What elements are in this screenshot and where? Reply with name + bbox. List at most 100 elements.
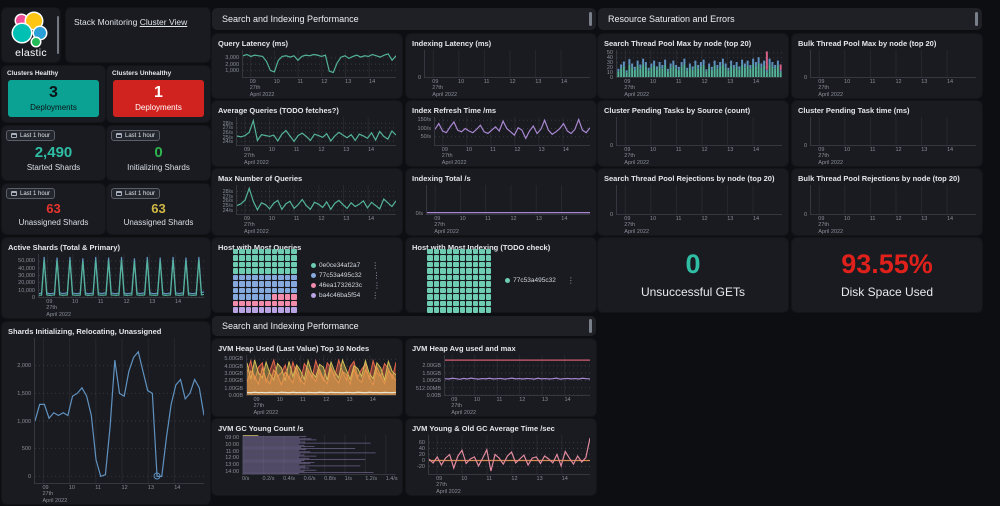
section-header-resource-saturation: Resource Saturation and Errors — [598, 8, 982, 30]
x-axis: 09101112131427thApril 2022 — [34, 484, 204, 499]
legend-item[interactable]: 77c53a495c32⋮ — [505, 277, 575, 284]
panel-logo: elastic — [2, 8, 60, 62]
legend: 77c53a495c32⋮ — [505, 277, 575, 284]
panel-unsuccessful-gets: 0 Unsuccessful GETs — [598, 238, 788, 312]
healthy-label: Deployments — [30, 104, 77, 113]
panel-title: Active Shards (Total & Primary) — [8, 243, 204, 252]
panel-search-thread-pool-max: Search Thread Pool Max by node (top 20)0… — [598, 34, 788, 98]
scrollbar[interactable] — [975, 12, 978, 26]
y-axis: 50/s100/s150/s — [412, 117, 434, 146]
y-axis: 09:0010:0011:0012:0013:0014:00 — [218, 435, 242, 475]
legend-options-icon[interactable]: ⋮ — [371, 293, 379, 299]
plot-area — [246, 355, 396, 396]
cluster-view-link[interactable]: Cluster View — [140, 17, 188, 27]
time-range-badge: Last 1 hour — [111, 188, 160, 199]
elastic-logo-icon — [13, 13, 49, 44]
dashboard: elastic Stack Monitoring Cluster View Cl… — [0, 0, 1000, 506]
scrollbar[interactable] — [57, 16, 60, 54]
unhealthy-tile: 1 Deployments — [113, 80, 204, 117]
chart-area: 1,0002,0003,000 — [218, 50, 396, 78]
panel-jvm-gc-time: JVM Young & Old GC Average Time /sec-200… — [406, 419, 596, 495]
y-axis: 0.00B512.00MB1.00GB1.50GB2.00GB — [412, 355, 444, 396]
plot-area — [616, 117, 782, 146]
chart-area: 0 — [798, 50, 976, 78]
title-prefix: Stack Monitoring — [74, 17, 137, 27]
panel-title: Max Number of Queries — [218, 174, 396, 183]
x-axis: 09101112131427thApril 2022 — [236, 146, 396, 161]
legend-item[interactable]: ba4c46ba5f54⋮ — [311, 292, 381, 299]
healthy-tile: 3 Deployments — [8, 80, 99, 117]
x-axis: 09101112131427thApril 2022 — [616, 215, 782, 230]
x-axis: 09101112131427thApril 2022 — [246, 396, 396, 411]
panel-title: Cluster Pending Tasks by Source (count) — [604, 106, 782, 115]
x-axis: 09101112131427thApril 2022 — [242, 78, 396, 93]
legend-dot-icon — [311, 283, 316, 288]
y-axis: 0 — [604, 117, 616, 146]
started-shards-label: Started Shards — [27, 163, 80, 173]
x-axis: 0/s0.2/s0.4/s0.6/s0.8/s1/s1.2/s1.4/s — [242, 475, 396, 490]
calendar-icon — [11, 133, 17, 138]
chart-area: 010,00020,00030,00040,00050,000 — [8, 254, 204, 298]
panel-title: Query Latency (ms) — [218, 39, 396, 48]
x-axis: 09101112131427thApril 2022 — [810, 146, 976, 161]
time-range-badge: Last 1 hour — [6, 130, 55, 141]
y-axis: 0 — [798, 50, 810, 78]
x-axis: 09101112131427thApril 2022 — [428, 475, 590, 490]
initializing-shards-value: 0 — [154, 144, 162, 161]
legend-options-icon[interactable]: ⋮ — [371, 263, 379, 269]
x-axis: 09101112131427thApril 2022 — [434, 146, 590, 161]
waffle-grid — [233, 249, 297, 313]
y-axis: 1,0002,0003,000 — [218, 50, 242, 78]
legend-options-icon[interactable]: ⋮ — [373, 283, 381, 289]
legend-dot-icon — [505, 278, 510, 283]
section-title: Search and Indexing Performance — [222, 321, 359, 331]
legend-item[interactable]: 46ea1732623c⋮ — [311, 282, 381, 289]
section-header-search-indexing: Search and Indexing Performance — [212, 8, 596, 30]
panel-indexing-total: Indexing Total /s0/s09101112131427thApri… — [406, 169, 596, 235]
plot-area — [810, 185, 976, 215]
plot-area — [424, 50, 590, 78]
legend-item[interactable]: 77c53a495c32⋮ — [311, 272, 381, 279]
chart-area: 0.00B512.00MB1.00GB1.50GB2.00GB — [412, 355, 590, 396]
plot-area — [38, 254, 204, 298]
panel-title: Clusters Healthy — [7, 70, 101, 77]
panel-unassigned-shards-1: Last 1 hour 63 Unassigned Shards — [2, 184, 105, 234]
legend-options-icon[interactable]: ⋮ — [373, 273, 381, 279]
calendar-icon — [116, 133, 122, 138]
section-header-jvm: Search and Indexing Performance — [212, 316, 596, 336]
panel-bulk-thread-pool-max: Bulk Thread Pool Max by node (top 20)009… — [792, 34, 982, 98]
calendar-icon — [11, 191, 17, 196]
panel-title: Indexing Total /s — [412, 174, 590, 183]
panel-disk-space-used: 93.55% Disk Space Used — [792, 238, 982, 312]
y-axis: 0 — [798, 117, 810, 146]
y-axis: 01020304050 — [604, 50, 616, 78]
unsuccessful-gets-value: 0 — [685, 251, 700, 278]
legend-item[interactable]: 0e0ce34af2a7⋮ — [311, 262, 381, 269]
panel-title: JVM GC Young Count /s — [218, 424, 396, 433]
chart-area: 24/s25/s26/s27/s28/s — [218, 185, 396, 215]
plot-area — [236, 117, 396, 146]
x-axis: 09101112131427thApril 2022 — [810, 215, 976, 230]
unassigned-shards-value: 63 — [46, 201, 60, 216]
x-axis: 09101112131427thApril 2022 — [616, 78, 782, 93]
disk-space-label: Disk Space Used — [841, 285, 933, 299]
plot-area — [34, 338, 204, 484]
scrollbar[interactable] — [589, 12, 592, 26]
started-shards-value: 2,490 — [35, 144, 73, 161]
chart-area: 24/s25/s26/s27/s28/s — [218, 117, 396, 146]
healthy-count: 3 — [49, 84, 58, 102]
plot-area — [242, 50, 396, 78]
unhealthy-count: 1 — [154, 84, 163, 102]
plot-area — [616, 50, 782, 78]
legend-options-icon[interactable]: ⋮ — [567, 278, 575, 284]
chart-area: 0 — [604, 185, 782, 215]
scrollbar[interactable] — [589, 319, 592, 333]
x-axis: 09101112131427thApril 2022 — [616, 146, 782, 161]
y-axis: 0 — [604, 185, 616, 215]
panel-bulk-rejections: Bulk Thread Pool Rejections by node (top… — [792, 169, 982, 235]
stack-monitoring-title: Stack Monitoring Cluster View — [72, 13, 204, 31]
chart-area: 0/s — [412, 185, 590, 215]
panel-title: Search Thread Pool Rejections by node (t… — [604, 174, 782, 183]
badge-label: Last 1 hour — [20, 191, 50, 197]
panel-title: Bulk Thread Pool Max by node (top 20) — [798, 39, 976, 48]
